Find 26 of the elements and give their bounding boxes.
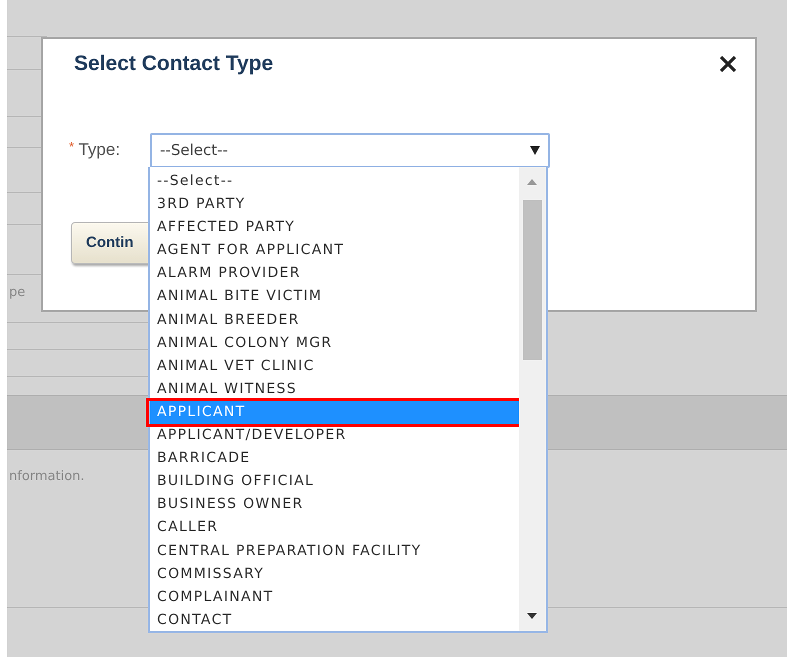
dropdown-option[interactable]: ANIMAL BREEDER xyxy=(150,308,519,332)
field-label: * Type: xyxy=(69,138,120,161)
dropdown-option[interactable]: APPLICANT/DEVELOPER xyxy=(150,424,519,448)
dropdown-option[interactable]: BUSINESS OWNER xyxy=(150,493,519,516)
dropdown-option[interactable]: BARRICADE xyxy=(150,447,519,470)
close-icon[interactable] xyxy=(719,55,737,73)
caret-icon xyxy=(530,146,540,155)
dropdown-option[interactable]: ANIMAL COLONY MGR xyxy=(150,332,519,355)
dropdown-option[interactable]: ANIMAL BITE VICTIM xyxy=(150,285,519,309)
dropdown-option[interactable]: ANIMAL VET CLINIC xyxy=(150,354,519,378)
dropdown-option[interactable]: CENTRAL PREPARATION FACILITY xyxy=(150,540,519,563)
background-text: pe xyxy=(8,284,26,302)
type-select[interactable]: --Select-- xyxy=(150,133,550,168)
dropdown-option[interactable]: CALLER xyxy=(150,516,519,540)
dropdown-option[interactable]: ALARM PROVIDER xyxy=(150,262,519,286)
dropdown-option[interactable]: CONTACT xyxy=(150,608,519,632)
dropdown-option[interactable]: BUILDING OFFICIAL xyxy=(150,470,519,494)
dropdown-option[interactable]: 3RD PARTY xyxy=(150,193,519,216)
dialog-title: Select Contact Type xyxy=(74,51,274,76)
scrollbar-thumb[interactable] xyxy=(523,200,542,360)
dropdown-option[interactable]: --Select-- xyxy=(150,170,519,194)
scroll-down-icon[interactable] xyxy=(527,613,537,619)
dropdown-option[interactable]: ANIMAL WITNESS xyxy=(150,378,519,401)
background-text: nformation. xyxy=(8,468,86,486)
dropdown-option[interactable]: COMPLAINANT xyxy=(150,586,519,609)
dropdown-option[interactable]: COMMISSARY xyxy=(150,562,519,586)
